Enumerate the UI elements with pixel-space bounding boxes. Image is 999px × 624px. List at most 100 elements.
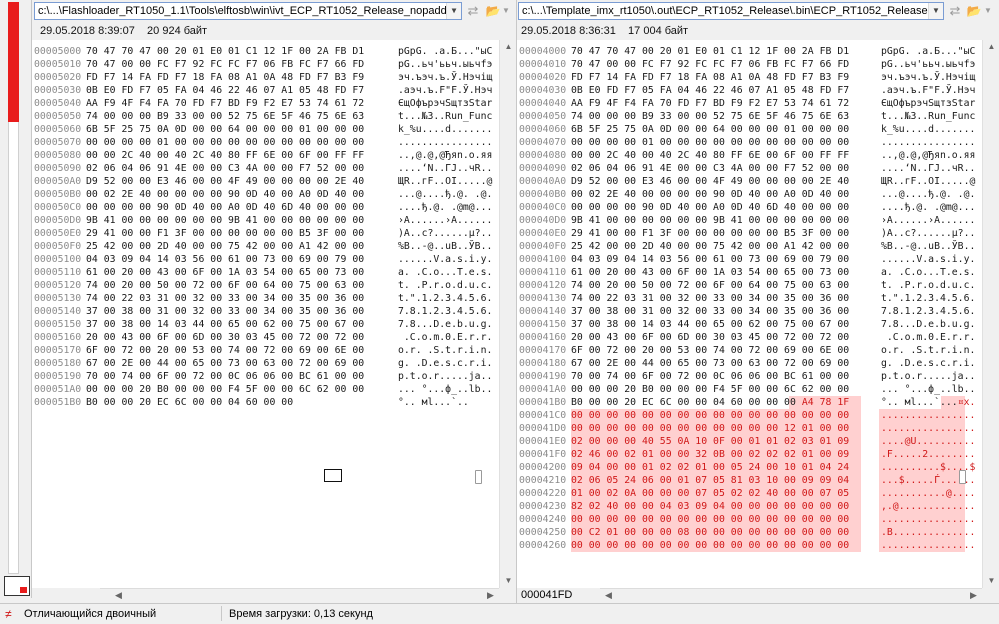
row-hex-bytes[interactable]: 70 47 00 00 FC F7 92 FC FC F7 06 FB FC F… xyxy=(86,58,364,71)
row-ascii[interactable]: ‚.@............. xyxy=(881,500,975,513)
row-ascii[interactable]: %B..-@..uB..ЎB.. xyxy=(881,240,975,253)
row-ascii[interactable]: .C.o.m.0.E.r.r. xyxy=(881,331,975,344)
hex-row[interactable]: 00005140 37 00 38 00 31 00 32 00 33 00 34… xyxy=(32,305,499,318)
row-ascii[interactable]: pGpG. .а.Б..."ыС xyxy=(881,45,975,58)
hex-row[interactable]: 00005030 0B E0 FD F7 05 FA 04 46 22 46 07… xyxy=(32,84,499,97)
hex-row[interactable]: 00004200 09 04 00 00 01 02 02 01 00 05 24… xyxy=(517,461,982,474)
row-hex-bytes[interactable]: FD F7 14 FA FD F7 18 FA 08 A1 0A 48 FD F… xyxy=(571,71,849,84)
hex-row[interactable]: 00004210 02 06 05 24 06 00 01 07 05 81 03… xyxy=(517,474,982,487)
row-hex-bytes[interactable]: 02 06 05 24 06 00 01 07 05 81 03 10 00 0… xyxy=(571,474,849,487)
hex-row[interactable]: 00004070 00 00 00 00 01 00 00 00 00 00 00… xyxy=(517,136,982,149)
row-hex-bytes[interactable]: 20 00 43 00 6F 00 6D 00 30 03 45 00 72 0… xyxy=(571,331,849,344)
hex-row[interactable]: 00004050 74 00 00 00 B9 33 00 00 52 75 6E… xyxy=(517,110,982,123)
row-hex-bytes[interactable]: 70 00 74 00 6F 00 72 00 0C 06 06 00 BC 6… xyxy=(86,370,364,383)
row-ascii[interactable]: %B..-@..uB..ЎB.. xyxy=(398,240,492,253)
row-ascii[interactable]: t.".1.2.3.4.5.6. xyxy=(398,292,492,305)
row-hex-bytes[interactable]: 00 02 2E 40 00 00 00 00 90 0D 40 00 A0 0… xyxy=(571,188,849,201)
row-hex-bytes[interactable]: 00 00 00 00 90 0D 40 00 A0 0D 40 6D 40 0… xyxy=(571,201,849,214)
row-ascii[interactable]: ЄщОфърэчЅщтзStar xyxy=(881,97,975,110)
left-file-path[interactable]: c:\...\Flashloader_RT1050_1.1\Tools\elft… xyxy=(34,2,462,20)
row-ascii[interactable]: ЩR..гF..OI.....@ xyxy=(398,175,492,188)
row-ascii[interactable]: k_%u....d....... xyxy=(881,123,975,136)
hex-row[interactable]: 00005060 6B 5F 25 75 0A 0D 00 00 64 00 00… xyxy=(32,123,499,136)
hex-row[interactable]: 000041D0 00 00 00 00 00 00 00 00 00 00 00… xyxy=(517,422,982,435)
row-ascii[interactable]: t. .P.r.o.d.u.c. xyxy=(398,279,492,292)
hex-row[interactable]: 00004020 FD F7 14 FA FD F7 18 FA 08 A1 0A… xyxy=(517,71,982,84)
left-horizontal-scrollbar[interactable]: ◀ ▶ xyxy=(100,588,499,602)
row-ascii[interactable]: .F.....2........ xyxy=(881,448,975,461)
hex-row[interactable]: 000050D0 9B 41 00 00 00 00 00 00 9B 41 00… xyxy=(32,214,499,227)
row-ascii[interactable]: ›A......›A...... xyxy=(398,214,492,227)
row-hex-bytes[interactable]: FD F7 14 FA FD F7 18 FA 08 A1 0A 48 FD F… xyxy=(86,71,364,84)
hex-row[interactable]: 00005160 20 00 43 00 6F 00 6D 00 30 03 45… xyxy=(32,331,499,344)
hex-row[interactable]: 00005150 37 00 38 00 14 03 44 00 65 00 62… xyxy=(32,318,499,331)
row-ascii[interactable]: p.t.o.r.....ја.. xyxy=(398,370,492,383)
row-hex-bytes[interactable]: 02 00 00 00 40 55 0A 10 0F 00 01 01 02 0… xyxy=(571,435,849,448)
hex-row[interactable]: 00004090 02 06 04 06 91 4E 00 00 C3 4A 00… xyxy=(517,162,982,175)
row-hex-bytes[interactable]: 70 47 70 47 00 20 01 E0 01 C1 12 1F 00 2… xyxy=(86,45,364,58)
right-horizontal-scrollbar[interactable]: ◀ ▶ xyxy=(600,588,982,602)
row-ascii[interactable]: ЩR..гF..OI.....@ xyxy=(881,175,975,188)
row-ascii[interactable]: k_%u....d....... xyxy=(398,123,492,136)
row-ascii[interactable]: g. .D.e.s.c.r.i. xyxy=(881,357,975,370)
row-ascii[interactable]: .аэч.ъ.F"F.Ў.Нэч xyxy=(398,84,492,97)
row-hex-bytes[interactable]: 00 00 00 20 B0 00 00 00 F4 5F 00 00 6C 6… xyxy=(571,383,849,396)
row-ascii[interactable]: 7.8.1.2.3.4.5.6. xyxy=(881,305,975,318)
row-ascii[interactable]: ...@....ђ.@. .@. xyxy=(881,188,975,201)
row-hex-bytes[interactable]: 74 00 20 00 50 00 72 00 6F 00 64 00 75 0… xyxy=(571,279,849,292)
overview-strip[interactable] xyxy=(0,0,32,598)
row-ascii[interactable]: ....‘N..ГЈ..чR.. xyxy=(398,162,492,175)
row-hex-bytes[interactable]: 00 00 00 00 00 00 00 00 00 00 00 00 12 0… xyxy=(571,422,849,435)
left-hex-view[interactable]: 00005000 70 47 70 47 00 20 01 E0 01 C1 12… xyxy=(32,40,499,588)
row-hex-bytes[interactable]: 29 41 00 00 F1 3F 00 00 00 00 00 00 B5 3… xyxy=(86,227,364,240)
hex-row[interactable]: 000050A0 D9 52 00 00 E3 46 00 00 4F 49 00… xyxy=(32,175,499,188)
right-file-path[interactable]: c:\...\Template_imx_rt1050\.out\ECP_RT10… xyxy=(518,2,944,20)
row-ascii[interactable]: ......V.a.s.i.y. xyxy=(398,253,492,266)
row-hex-bytes[interactable]: 74 00 20 00 50 00 72 00 6F 00 64 00 75 0… xyxy=(86,279,364,292)
row-ascii[interactable]: pG..ьч'ььч.ыьчfэ xyxy=(398,58,492,71)
row-hex-bytes[interactable]: 04 03 09 04 14 03 56 00 61 00 73 00 69 0… xyxy=(86,253,364,266)
hex-row[interactable]: 000041A0 00 00 00 20 B0 00 00 00 F4 5F 00… xyxy=(517,383,982,396)
sync-icon[interactable]: ⇄ xyxy=(464,3,482,19)
row-hex-bytes[interactable]: 00 00 00 20 B0 00 00 00 F4 5F 00 00 6C 6… xyxy=(86,383,364,396)
row-ascii[interactable]: ....ђ.@. .@m@... xyxy=(881,201,975,214)
row-ascii[interactable]: o.r. .S.t.r.i.n. xyxy=(881,344,975,357)
row-hex-bytes[interactable]: 20 00 43 00 6F 00 6D 00 30 03 45 00 72 0… xyxy=(86,331,364,344)
row-ascii[interactable]: a. .C.o...T.e.s. xyxy=(881,266,975,279)
row-ascii[interactable]: ....‘N..ГЈ..чR.. xyxy=(881,162,975,175)
row-hex-bytes[interactable]: 74 00 00 00 B9 33 00 00 52 75 6E 5F 46 7… xyxy=(86,110,364,123)
row-hex-bytes[interactable]: 09 04 00 00 01 02 02 01 00 05 24 00 10 0… xyxy=(571,461,849,474)
row-hex-bytes[interactable]: AA F9 4F F4 FA 70 FD F7 BD F9 F2 E7 53 7… xyxy=(571,97,849,110)
row-hex-bytes[interactable]: 82 02 40 00 00 04 03 09 04 00 00 00 00 0… xyxy=(571,500,849,513)
row-hex-bytes[interactable]: 37 00 38 00 31 00 32 00 33 00 34 00 35 0… xyxy=(86,305,364,318)
row-hex-bytes[interactable]: B0 00 00 20 EC 6C 00 00 04 60 00 00 xyxy=(86,396,293,409)
scroll-down-icon[interactable]: ▼ xyxy=(983,574,999,588)
hex-row[interactable]: 00005080 00 00 2C 40 00 40 2C 40 80 FF 6E… xyxy=(32,149,499,162)
row-ascii[interactable]: t. .P.r.o.d.u.c. xyxy=(881,279,975,292)
hex-row[interactable]: 000040A0 D9 52 00 00 E3 46 00 00 4F 49 00… xyxy=(517,175,982,188)
row-hex-bytes[interactable]: 00 00 00 00 90 0D 40 00 A0 0D 40 6D 40 0… xyxy=(86,201,364,214)
hex-row[interactable]: 00004260 00 00 00 00 00 00 00 00 00 00 00… xyxy=(517,539,982,552)
hex-row[interactable]: 00005000 70 47 70 47 00 20 01 E0 01 C1 12… xyxy=(32,45,499,58)
hex-row[interactable]: 000041B0 B0 00 00 20 EC 6C 00 00 04 60 00… xyxy=(517,396,982,409)
row-hex-bytes[interactable]: 00 00 2C 40 00 40 2C 40 80 FF 6E 00 6F 0… xyxy=(571,149,849,162)
hex-row[interactable]: 000040E0 29 41 00 00 F1 3F 00 00 00 00 00… xyxy=(517,227,982,240)
hex-row[interactable]: 000050B0 00 02 2E 40 00 00 00 00 90 0D 40… xyxy=(32,188,499,201)
hex-row[interactable]: 00004120 74 00 20 00 50 00 72 00 6F 00 64… xyxy=(517,279,982,292)
row-hex-bytes[interactable]: 9B 41 00 00 00 00 00 00 9B 41 00 00 00 0… xyxy=(86,214,364,227)
hex-row[interactable]: 00004180 67 00 2E 00 44 00 65 00 73 00 63… xyxy=(517,357,982,370)
scroll-down-icon[interactable]: ▼ xyxy=(500,574,517,588)
hex-row[interactable]: 00004190 70 00 74 00 6F 00 72 00 0C 06 06… xyxy=(517,370,982,383)
row-ascii[interactable]: 7.8...D.e.b.u.g. xyxy=(398,318,492,331)
hex-row[interactable]: 00005180 67 00 2E 00 44 00 65 00 73 00 63… xyxy=(32,357,499,370)
hex-row[interactable]: 00004150 37 00 38 00 14 03 44 00 65 00 62… xyxy=(517,318,982,331)
row-hex-bytes[interactable]: 61 00 20 00 43 00 6F 00 1A 03 54 00 65 0… xyxy=(86,266,364,279)
row-ascii[interactable]: ..,@.@,@Ђяn.o.яя xyxy=(398,149,492,162)
hex-row[interactable]: 00005070 00 00 00 00 01 00 00 00 00 00 00… xyxy=(32,136,499,149)
hex-row[interactable]: 000041E0 02 00 00 00 40 55 0A 10 0F 00 01… xyxy=(517,435,982,448)
hex-row[interactable]: 000041F0 02 46 00 02 01 00 00 32 0B 00 02… xyxy=(517,448,982,461)
row-ascii[interactable]: .C.o.m.0.E.r.r. xyxy=(398,331,492,344)
row-hex-bytes[interactable]: 9B 41 00 00 00 00 00 00 9B 41 00 00 00 0… xyxy=(571,214,849,227)
row-hex-bytes[interactable]: 00 00 00 00 00 00 00 00 00 00 00 00 00 0… xyxy=(571,539,849,552)
scroll-left-icon[interactable]: ◀ xyxy=(112,589,125,602)
